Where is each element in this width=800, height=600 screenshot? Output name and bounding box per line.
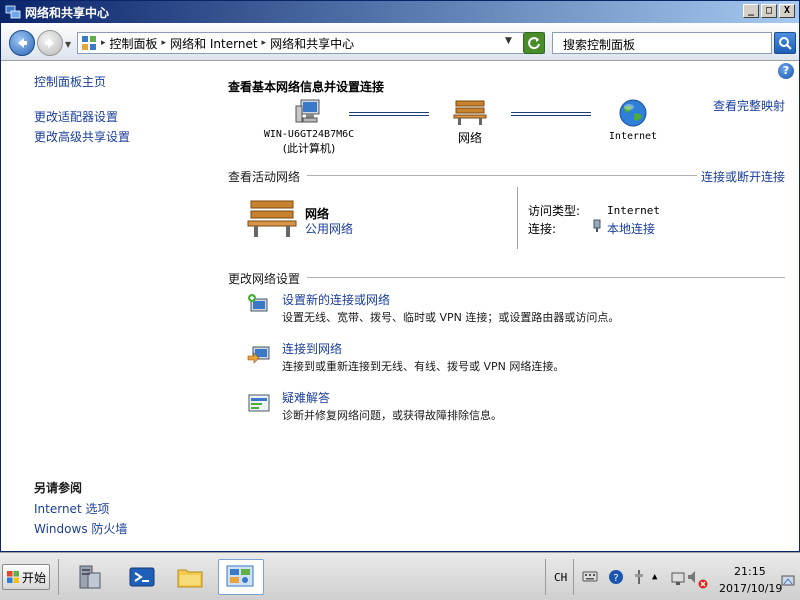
clock-time[interactable]: 21:15	[734, 565, 766, 578]
sidebar-link-windows-firewall[interactable]: Windows 防火墙	[34, 520, 127, 537]
globe-icon	[619, 99, 647, 127]
help-icon[interactable]: ?	[778, 63, 794, 79]
network-type-link[interactable]: 公用网络	[305, 220, 353, 237]
connect-to-network-desc: 连接到或重新连接到无线、有线、拨号或 VPN 网络连接。	[282, 360, 565, 373]
minimize-button[interactable]: _	[743, 4, 759, 18]
network-label: 网络	[457, 131, 482, 145]
sidebar-link-control-panel-home[interactable]: 控制面板主页	[34, 73, 106, 90]
forward-button[interactable]	[37, 30, 63, 56]
section-divider	[307, 175, 697, 176]
ethernet-icon	[593, 219, 601, 232]
connections-label: 连接:	[528, 222, 557, 236]
show-hidden-icons-icon[interactable]: ▲	[652, 572, 657, 582]
title-bar[interactable]: 网络和共享中心 _ □ X	[1, 1, 799, 23]
history-dropdown-icon[interactable]: ▼	[65, 40, 71, 49]
server-manager-icon	[79, 565, 101, 589]
access-type-label: 访问类型:	[528, 204, 581, 218]
search-input[interactable]: 搜索控制面板	[552, 32, 772, 54]
refresh-button[interactable]	[523, 32, 545, 54]
show-desktop-icon[interactable]	[781, 575, 795, 587]
taskbar-server-manager[interactable]	[70, 559, 110, 595]
map-connector-line	[349, 112, 429, 116]
maximize-button[interactable]: □	[761, 4, 777, 18]
powershell-icon	[129, 567, 155, 587]
map-node-network[interactable]: 网络	[447, 98, 493, 146]
chevron-right-icon: ▸	[261, 38, 267, 48]
breadcrumb-network-sharing-center[interactable]: ▸ 网络和共享中心	[262, 35, 355, 52]
windows-logo-icon	[7, 571, 19, 583]
folder-icon	[177, 569, 203, 588]
control-panel-icon	[226, 565, 254, 587]
connect-to-network-link[interactable]: 连接到网络	[282, 340, 342, 357]
content-area: ? 控制面板主页 更改适配器设置 更改高级共享设置 另请参阅 Internet …	[1, 62, 799, 551]
troubleshoot-icon	[248, 394, 270, 412]
see-also-heading: 另请参阅	[34, 481, 83, 495]
vertical-divider	[517, 187, 518, 249]
window-title: 网络和共享中心	[25, 5, 110, 20]
setup-new-connection-link[interactable]: 设置新的连接或网络	[282, 291, 390, 308]
tray-settings-icon[interactable]	[634, 569, 644, 585]
keyboard-icon[interactable]	[582, 569, 598, 583]
taskbar-separator	[573, 559, 574, 595]
sidebar-link-advanced-sharing[interactable]: 更改高级共享设置	[34, 128, 130, 145]
network-sharing-center-window: 网络和共享中心 _ □ X ▼ ▸ 控制面板 ▸ 网络和 Internet ▸ 网络和…	[0, 0, 800, 552]
start-button[interactable]: 开始	[2, 564, 50, 590]
taskbar-separator	[58, 559, 59, 595]
network-icon	[5, 5, 21, 19]
sidebar-link-internet-options[interactable]: Internet 选项	[34, 500, 109, 517]
setup-new-connection-desc: 设置无线、宽带、拨号、临时或 VPN 连接；或设置路由器或访问点。	[282, 311, 620, 324]
search-button[interactable]	[774, 32, 796, 54]
navigation-bar: ▼ ▸ 控制面板 ▸ 网络和 Internet ▸ 网络和共享中心 ▼ 搜索控制面板	[1, 23, 799, 61]
map-node-internet[interactable]: Internet	[605, 98, 661, 142]
map-node-computer[interactable]: WIN-U6GT24B7M6C (此计算机)	[257, 98, 361, 156]
breadcrumb-control-panel[interactable]: ▸ 控制面板	[101, 35, 158, 52]
network-tray-icon[interactable]	[670, 571, 686, 587]
svg-text:?: ?	[613, 573, 618, 584]
arrow-left-icon	[18, 38, 27, 48]
computer-note: (此计算机)	[282, 142, 336, 155]
address-field[interactable]: ▸ 控制面板 ▸ 网络和 Internet ▸ 网络和共享中心	[77, 32, 545, 54]
bench-icon	[453, 100, 487, 125]
search-icon	[779, 37, 792, 50]
bench-icon	[247, 200, 297, 237]
sidebar: 控制面板主页 更改适配器设置 更改高级共享设置 另请参阅 Internet 选项…	[1, 62, 211, 551]
arrow-right-icon	[45, 38, 54, 48]
active-networks-title: 查看活动网络	[228, 170, 301, 184]
start-label: 开始	[22, 570, 47, 585]
taskbar: 开始 CH ? ▲ 21:15 2017/10/19	[0, 552, 800, 600]
computer-icon	[295, 99, 320, 123]
connect-disconnect-link[interactable]: 连接或断开连接	[701, 168, 785, 185]
computer-name: WIN-U6GT24B7M6C	[263, 129, 355, 140]
close-button[interactable]: X	[779, 4, 795, 18]
breadcrumb-network-internet[interactable]: ▸ 网络和 Internet	[162, 35, 258, 52]
taskbar-separator	[545, 559, 546, 595]
local-connection-link[interactable]: 本地连接	[607, 220, 655, 237]
chevron-right-icon: ▸	[161, 38, 167, 48]
access-type-value: Internet	[607, 204, 660, 217]
new-connection-icon	[248, 294, 268, 312]
clock-date[interactable]: 2017/10/19	[719, 582, 782, 595]
change-settings-title: 更改网络设置	[228, 272, 301, 286]
sidebar-link-adapter-settings[interactable]: 更改适配器设置	[34, 108, 118, 125]
help-icon[interactable]: ?	[608, 569, 624, 585]
error-badge-icon	[698, 579, 708, 589]
troubleshoot-link[interactable]: 疑难解答	[282, 389, 330, 406]
taskbar-control-panel[interactable]	[218, 559, 264, 595]
control-panel-icon	[82, 36, 96, 50]
view-full-map-link[interactable]: 查看完整映射	[713, 97, 785, 114]
map-connector-line	[511, 112, 591, 116]
connect-to-network-icon	[247, 346, 270, 364]
section-divider	[307, 277, 785, 278]
back-button[interactable]	[9, 30, 35, 56]
page-title: 查看基本网络信息并设置连接	[228, 80, 385, 94]
window-controls: _ □ X	[743, 4, 795, 18]
chevron-right-icon: ▸	[101, 38, 106, 48]
internet-label: Internet	[608, 131, 658, 142]
address-dropdown-icon[interactable]: ▼	[505, 36, 512, 46]
taskbar-powershell[interactable]	[122, 559, 162, 595]
troubleshoot-desc: 诊断并修复网络问题，或获得故障排除信息。	[282, 409, 502, 422]
refresh-icon	[528, 37, 540, 50]
language-indicator[interactable]: CH	[554, 571, 567, 584]
taskbar-explorer[interactable]	[170, 559, 210, 595]
